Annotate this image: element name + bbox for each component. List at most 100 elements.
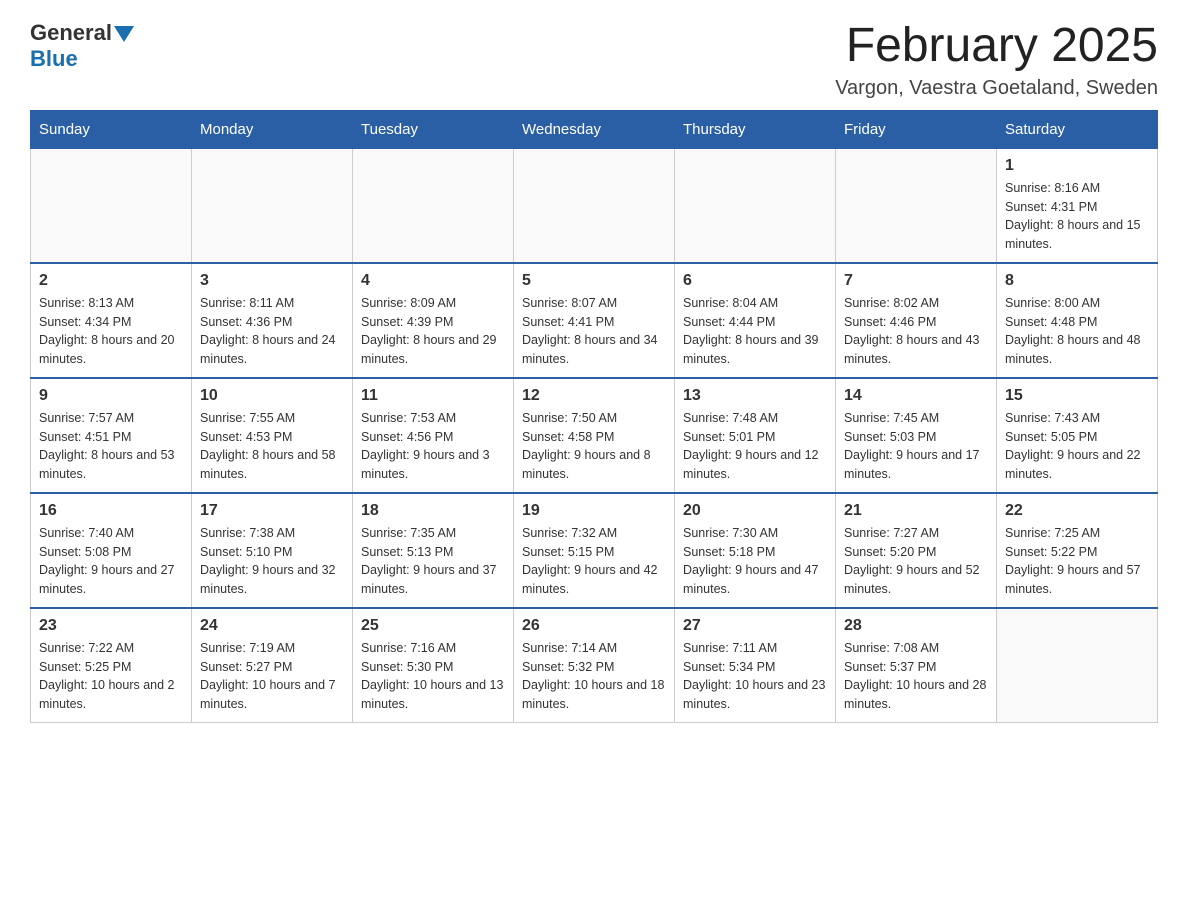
calendar-cell: 24 Sunrise: 7:19 AMSunset: 5:27 PMDayligh… [192, 608, 353, 723]
day-info: Sunrise: 7:45 AMSunset: 5:03 PMDaylight:… [844, 409, 988, 484]
calendar-cell: 19 Sunrise: 7:32 AMSunset: 5:15 PMDayligh… [514, 493, 675, 608]
weekday-header-sunday: Sunday [31, 110, 192, 148]
calendar-cell [353, 148, 514, 263]
calendar-cell: 28Sunrise: 7:08 AMSunset: 5:37 PMDayligh… [836, 608, 997, 723]
calendar-cell: 13 Sunrise: 7:48 AMSunset: 5:01 PMDayligh… [675, 378, 836, 493]
calendar-cell: 22Sunrise: 7:25 AMSunset: 5:22 PMDayligh… [997, 493, 1158, 608]
calendar-cell: 14 Sunrise: 7:45 AMSunset: 5:03 PMDayligh… [836, 378, 997, 493]
calendar-cell [31, 148, 192, 263]
day-info: Sunrise: 8:13 AMSunset: 4:34 PMDaylight:… [39, 294, 183, 369]
day-number: 9 [39, 387, 183, 405]
day-number: 1 [1005, 157, 1149, 175]
logo-blue: Blue [30, 46, 78, 72]
calendar-cell: 15 Sunrise: 7:43 AMSunset: 5:05 PMDayligh… [997, 378, 1158, 493]
day-number: 16 [39, 502, 183, 520]
day-number: 22 [1005, 502, 1149, 520]
day-info: Sunrise: 7:14 AMSunset: 5:32 PMDaylight:… [522, 639, 666, 714]
calendar-cell: 12 Sunrise: 7:50 AMSunset: 4:58 PMDayligh… [514, 378, 675, 493]
day-number: 20 [683, 502, 827, 520]
calendar-cell [675, 148, 836, 263]
calendar-cell: 26 Sunrise: 7:14 AMSunset: 5:32 PMDayligh… [514, 608, 675, 723]
day-info: Sunrise: 7:43 AMSunset: 5:05 PMDaylight:… [1005, 409, 1149, 484]
calendar-table: SundayMondayTuesdayWednesdayThursdayFrid… [30, 110, 1158, 723]
day-info: Sunrise: 7:32 AMSunset: 5:15 PMDaylight:… [522, 524, 666, 599]
logo-triangle-icon [114, 26, 134, 42]
day-info: Sunrise: 7:19 AMSunset: 5:27 PMDaylight:… [200, 639, 344, 714]
day-info: Sunrise: 8:04 AMSunset: 4:44 PMDaylight:… [683, 294, 827, 369]
day-info: Sunrise: 7:50 AMSunset: 4:58 PMDaylight:… [522, 409, 666, 484]
day-info: Sunrise: 7:57 AMSunset: 4:51 PMDaylight:… [39, 409, 183, 484]
day-number: 26 [522, 617, 666, 635]
calendar-cell [997, 608, 1158, 723]
day-number: 13 [683, 387, 827, 405]
calendar-week-row: 2 Sunrise: 8:13 AMSunset: 4:34 PMDaylight… [31, 263, 1158, 378]
day-number: 25 [361, 617, 505, 635]
day-info: Sunrise: 7:38 AMSunset: 5:10 PMDaylight:… [200, 524, 344, 599]
day-info: Sunrise: 8:07 AMSunset: 4:41 PMDaylight:… [522, 294, 666, 369]
day-info: Sunrise: 7:30 AMSunset: 5:18 PMDaylight:… [683, 524, 827, 599]
day-number: 7 [844, 272, 988, 290]
page-header: General Blue February 2025 Vargon, Vaest… [30, 20, 1158, 100]
weekday-header-thursday: Thursday [675, 110, 836, 148]
weekday-header-friday: Friday [836, 110, 997, 148]
calendar-cell: 27 Sunrise: 7:11 AMSunset: 5:34 PMDayligh… [675, 608, 836, 723]
day-info: Sunrise: 7:22 AMSunset: 5:25 PMDaylight:… [39, 639, 183, 714]
calendar-cell: 17 Sunrise: 7:38 AMSunset: 5:10 PMDayligh… [192, 493, 353, 608]
day-number: 4 [361, 272, 505, 290]
weekday-header-row: SundayMondayTuesdayWednesdayThursdayFrid… [31, 110, 1158, 148]
day-info: Sunrise: 8:09 AMSunset: 4:39 PMDaylight:… [361, 294, 505, 369]
day-number: 17 [200, 502, 344, 520]
day-info: Sunrise: 7:11 AMSunset: 5:34 PMDaylight:… [683, 639, 827, 714]
calendar-week-row: 9 Sunrise: 7:57 AMSunset: 4:51 PMDaylight… [31, 378, 1158, 493]
day-info: Sunrise: 8:11 AMSunset: 4:36 PMDaylight:… [200, 294, 344, 369]
calendar-cell: 2 Sunrise: 8:13 AMSunset: 4:34 PMDaylight… [31, 263, 192, 378]
day-info: Sunrise: 7:40 AMSunset: 5:08 PMDaylight:… [39, 524, 183, 599]
calendar-cell: 20 Sunrise: 7:30 AMSunset: 5:18 PMDayligh… [675, 493, 836, 608]
logo-general: General [30, 20, 112, 46]
calendar-cell: 18 Sunrise: 7:35 AMSunset: 5:13 PMDayligh… [353, 493, 514, 608]
day-number: 6 [683, 272, 827, 290]
day-number: 15 [1005, 387, 1149, 405]
month-title: February 2025 [835, 20, 1158, 73]
day-number: 10 [200, 387, 344, 405]
day-number: 14 [844, 387, 988, 405]
day-info: Sunrise: 7:27 AMSunset: 5:20 PMDaylight:… [844, 524, 988, 599]
title-section: February 2025 Vargon, Vaestra Goetaland,… [835, 20, 1158, 100]
calendar-cell: 9 Sunrise: 7:57 AMSunset: 4:51 PMDaylight… [31, 378, 192, 493]
calendar-cell: 25 Sunrise: 7:16 AMSunset: 5:30 PMDayligh… [353, 608, 514, 723]
calendar-cell [192, 148, 353, 263]
weekday-header-saturday: Saturday [997, 110, 1158, 148]
day-number: 3 [200, 272, 344, 290]
day-info: Sunrise: 7:48 AMSunset: 5:01 PMDaylight:… [683, 409, 827, 484]
calendar-cell: 5 Sunrise: 8:07 AMSunset: 4:41 PMDaylight… [514, 263, 675, 378]
day-info: Sunrise: 7:55 AMSunset: 4:53 PMDaylight:… [200, 409, 344, 484]
calendar-cell: 11Sunrise: 7:53 AMSunset: 4:56 PMDayligh… [353, 378, 514, 493]
calendar-cell: 1 Sunrise: 8:16 AMSunset: 4:31 PMDaylight… [997, 148, 1158, 263]
day-info: Sunrise: 8:00 AMSunset: 4:48 PMDaylight:… [1005, 294, 1149, 369]
day-number: 2 [39, 272, 183, 290]
day-number: 23 [39, 617, 183, 635]
calendar-cell [514, 148, 675, 263]
day-number: 11 [361, 387, 505, 405]
day-number: 18 [361, 502, 505, 520]
calendar-week-row: 1 Sunrise: 8:16 AMSunset: 4:31 PMDaylight… [31, 148, 1158, 263]
weekday-header-tuesday: Tuesday [353, 110, 514, 148]
day-info: Sunrise: 8:16 AMSunset: 4:31 PMDaylight:… [1005, 179, 1149, 254]
day-number: 21 [844, 502, 988, 520]
calendar-cell: 4 Sunrise: 8:09 AMSunset: 4:39 PMDaylight… [353, 263, 514, 378]
calendar-cell: 21 Sunrise: 7:27 AMSunset: 5:20 PMDayligh… [836, 493, 997, 608]
day-info: Sunrise: 8:02 AMSunset: 4:46 PMDaylight:… [844, 294, 988, 369]
day-number: 19 [522, 502, 666, 520]
day-number: 5 [522, 272, 666, 290]
day-number: 27 [683, 617, 827, 635]
day-number: 12 [522, 387, 666, 405]
calendar-week-row: 16 Sunrise: 7:40 AMSunset: 5:08 PMDayligh… [31, 493, 1158, 608]
day-info: Sunrise: 7:35 AMSunset: 5:13 PMDaylight:… [361, 524, 505, 599]
day-number: 24 [200, 617, 344, 635]
day-info: Sunrise: 7:16 AMSunset: 5:30 PMDaylight:… [361, 639, 505, 714]
weekday-header-monday: Monday [192, 110, 353, 148]
calendar-cell: 10 Sunrise: 7:55 AMSunset: 4:53 PMDayligh… [192, 378, 353, 493]
day-info: Sunrise: 7:08 AMSunset: 5:37 PMDaylight:… [844, 639, 988, 714]
calendar-cell: 16 Sunrise: 7:40 AMSunset: 5:08 PMDayligh… [31, 493, 192, 608]
weekday-header-wednesday: Wednesday [514, 110, 675, 148]
